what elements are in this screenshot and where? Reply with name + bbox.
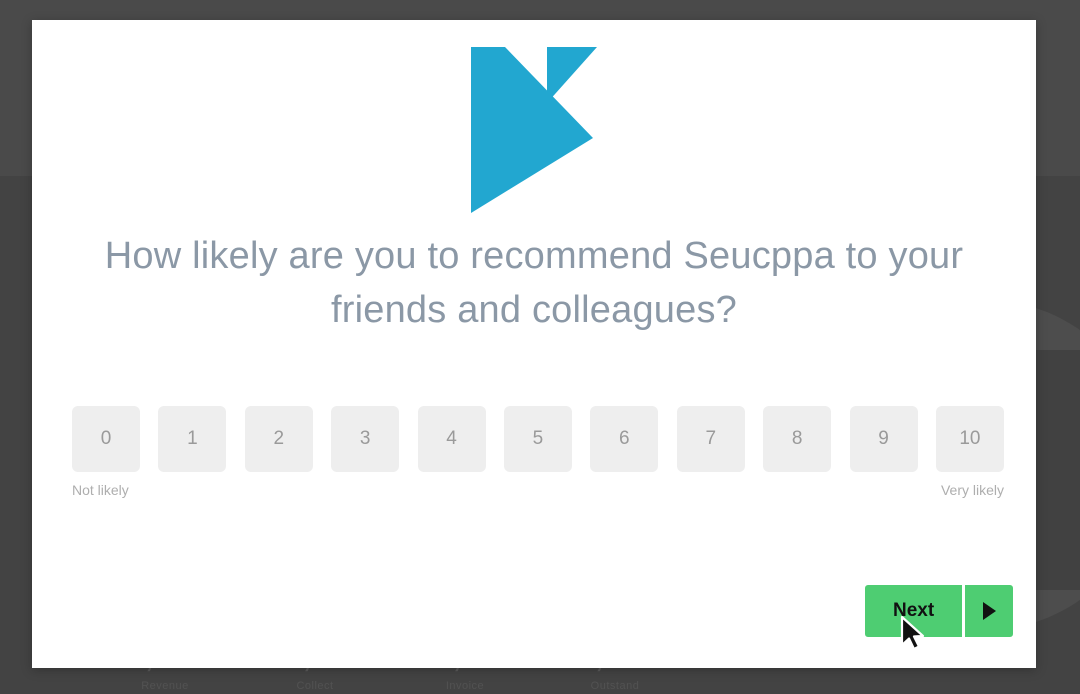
background-stat-label: Invoice bbox=[445, 680, 485, 692]
next-arrow-button[interactable] bbox=[965, 585, 1014, 637]
scale-option-4[interactable]: 4 bbox=[417, 406, 486, 472]
nps-survey-modal: How likely are you to recommend Seucppa … bbox=[32, 20, 1036, 668]
brand-logo bbox=[32, 45, 1036, 215]
scale-high-label: Very likely bbox=[940, 482, 1004, 498]
page-title: How likely are you to recommend Seucppa … bbox=[104, 235, 964, 331]
scale-low-label: Not likely bbox=[72, 482, 129, 498]
scale-option-6[interactable]: 6 bbox=[590, 406, 659, 472]
background-stat-label: Revenue bbox=[141, 680, 189, 692]
scale-option-10[interactable]: 10 bbox=[935, 406, 1004, 472]
nps-scale-labels: Not likely Very likely bbox=[72, 482, 1004, 498]
play-triangle-icon bbox=[982, 602, 996, 620]
next-button[interactable]: Next bbox=[865, 585, 963, 637]
scale-option-5[interactable]: 5 bbox=[503, 406, 572, 472]
scale-option-0[interactable]: 0 bbox=[72, 406, 140, 472]
vertex-logo-icon bbox=[471, 47, 597, 213]
scale-option-2[interactable]: 2 bbox=[244, 406, 313, 472]
nps-scale: 0 1 2 3 4 5 6 7 8 9 10 bbox=[72, 406, 1004, 472]
scale-option-8[interactable]: 8 bbox=[763, 406, 832, 472]
scale-option-7[interactable]: 7 bbox=[676, 406, 745, 472]
scale-option-9[interactable]: 9 bbox=[849, 406, 918, 472]
page-root: 3,000 Revenue 10,450 Collect 21,250 Invo… bbox=[0, 0, 1080, 694]
scale-option-1[interactable]: 1 bbox=[158, 406, 227, 472]
next-button-group: Next bbox=[865, 585, 1014, 637]
scale-option-3[interactable]: 3 bbox=[331, 406, 400, 472]
background-stat-label: Outstand bbox=[590, 680, 640, 692]
background-stat-label: Collect bbox=[296, 680, 334, 692]
